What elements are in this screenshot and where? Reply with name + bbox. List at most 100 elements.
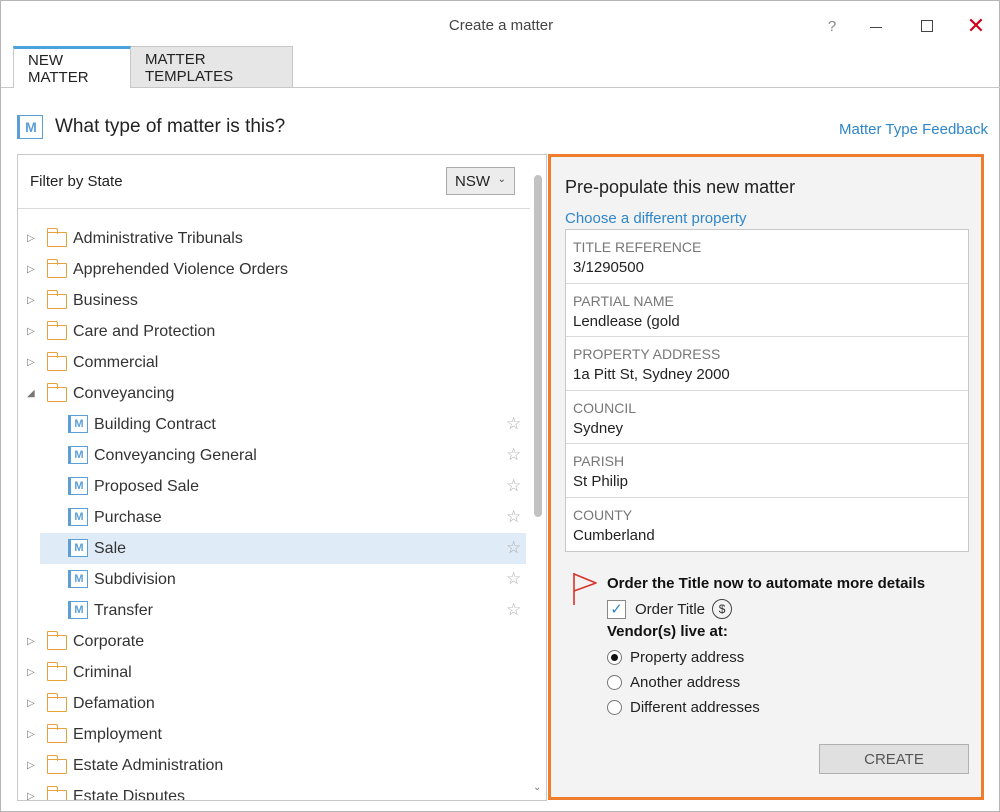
collapsed-arrow-icon[interactable]: ▷	[27, 791, 37, 800]
tree-folder[interactable]: ▷ Apprehended Violence Orders	[18, 254, 530, 285]
property-field-label: PARISH	[573, 453, 625, 469]
matter-icon: M	[68, 508, 88, 526]
window-title: Create a matter	[448, 17, 554, 34]
tree-matter-type[interactable]: M ☆ Transfer	[18, 595, 530, 626]
collapsed-arrow-icon[interactable]: ▷	[27, 729, 37, 740]
page-heading: M What type of matter is this?	[17, 115, 285, 139]
collapsed-arrow-icon[interactable]: ▷	[27, 233, 37, 244]
minimize-icon	[870, 26, 882, 28]
radio-button[interactable]	[607, 700, 622, 715]
property-field-value: Lendlease (gold	[573, 312, 680, 330]
scrollbar-thumb[interactable]	[534, 175, 542, 517]
folder-icon	[46, 755, 67, 774]
order-title-checkbox[interactable]: ✓	[607, 599, 626, 619]
tree-matter-type[interactable]: M ☆ Conveyancing General	[18, 440, 530, 471]
favorite-star-icon[interactable]: ☆	[506, 538, 521, 558]
tree-item-label: Conveyancing General	[94, 446, 257, 464]
tree-folder[interactable]: ▷ Defamation	[18, 688, 530, 719]
choose-different-property-link[interactable]: Choose a different property	[565, 210, 747, 227]
matter-icon: M	[68, 446, 88, 464]
radio-label: Property address	[630, 649, 745, 666]
tree-item-label: Estate Disputes	[73, 787, 186, 801]
matter-icon: M	[68, 415, 88, 433]
collapsed-arrow-icon[interactable]: ▷	[27, 357, 37, 368]
maximize-button[interactable]	[912, 13, 942, 39]
tree-scrollbar[interactable]: ⌄	[530, 155, 546, 800]
radio-button[interactable]	[607, 650, 622, 665]
tab-matter-templates[interactable]: MATTER TEMPLATES	[131, 46, 293, 88]
tree-item-label: Proposed Sale	[94, 477, 199, 495]
matter-icon: M	[17, 115, 43, 139]
property-field: COUNCIL Sydney	[566, 391, 968, 444]
radio-label: Another address	[630, 674, 741, 691]
tree-item-label: Defamation	[73, 694, 155, 712]
order-title-option[interactable]: ✓ Order Title $	[607, 599, 733, 619]
matter-type-feedback-link[interactable]: Matter Type Feedback	[839, 121, 988, 138]
matter-type-tree: ▷ Administrative Tribunals ▷ Apprehended Vi…	[18, 223, 530, 801]
matter-icon: M	[68, 539, 88, 557]
tree-folder[interactable]: ◢ Conveyancing	[18, 378, 530, 409]
tree-folder[interactable]: ▷ Corporate	[18, 626, 530, 657]
property-field-value: Sydney	[573, 419, 624, 437]
tree-folder[interactable]: ▷ Administrative Tribunals	[18, 223, 530, 254]
flag-icon	[573, 573, 597, 605]
tree-matter-type[interactable]: M ☆ Proposed Sale	[18, 471, 530, 502]
property-field-value: St Philip	[573, 473, 629, 490]
favorite-star-icon[interactable]: ☆	[506, 600, 521, 620]
folder-icon	[46, 290, 67, 309]
tree-item-label: Purchase	[94, 508, 162, 526]
favorite-star-icon[interactable]: ☆	[506, 569, 521, 589]
create-button[interactable]: CREATE	[819, 744, 969, 774]
folder-icon	[46, 352, 67, 371]
help-button[interactable]: ?	[817, 13, 847, 39]
collapsed-arrow-icon[interactable]: ▷	[27, 667, 37, 678]
vendor-option-property-address[interactable]: Property address	[607, 649, 744, 666]
minimize-button[interactable]	[861, 13, 891, 39]
tree-folder[interactable]: ▷ Estate Administration	[18, 750, 530, 781]
title-bar: Create a matter ? ✕	[1, 1, 1000, 49]
tree-matter-type[interactable]: M ☆ Building Contract	[18, 409, 530, 440]
property-field-value: 3/1290500	[573, 259, 644, 276]
property-field: COUNTY Cumberland	[566, 498, 968, 552]
tree-matter-type[interactable]: M ☆ Sale	[40, 533, 526, 564]
tree-matter-type[interactable]: M ☆ Subdivision	[18, 564, 530, 595]
tree-item-label: Estate Administration	[73, 756, 224, 774]
state-dropdown[interactable]: NSW ⌄	[446, 167, 515, 195]
property-field-label: TITLE REFERENCE	[573, 239, 702, 255]
tree-folder[interactable]: ▷ Criminal	[18, 657, 530, 688]
favorite-star-icon[interactable]: ☆	[506, 507, 521, 527]
tab-new-matter[interactable]: NEW MATTER	[13, 46, 131, 88]
favorite-star-icon[interactable]: ☆	[506, 414, 521, 434]
tree-matter-type[interactable]: M ☆ Purchase	[18, 502, 530, 533]
prepopulate-title: Pre-populate this new matter	[565, 177, 796, 197]
close-button[interactable]: ✕	[961, 13, 991, 39]
property-field: PROPERTY ADDRESS 1a Pitt St, Sydney 2000	[566, 337, 968, 391]
collapsed-arrow-icon[interactable]: ▷	[27, 760, 37, 771]
radio-button[interactable]	[607, 675, 622, 690]
scroll-down-arrow-icon[interactable]: ⌄	[533, 782, 541, 793]
vendor-option-another-address[interactable]: Another address	[607, 674, 740, 691]
page-title: What type of matter is this?	[55, 116, 286, 137]
expanded-arrow-icon[interactable]: ◢	[27, 388, 37, 399]
tree-folder[interactable]: ▷ Employment	[18, 719, 530, 750]
collapsed-arrow-icon[interactable]: ▷	[27, 636, 37, 647]
collapsed-arrow-icon[interactable]: ▷	[27, 264, 37, 275]
tree-item-label: Subdivision	[94, 570, 176, 588]
vendor-option-different-addresses[interactable]: Different addresses	[607, 699, 760, 716]
tree-folder[interactable]: ▷ Commercial	[18, 347, 530, 378]
tree-folder[interactable]: ▷ Estate Disputes	[18, 781, 530, 801]
folder-icon	[46, 693, 67, 712]
favorite-star-icon[interactable]: ☆	[506, 445, 521, 465]
tree-folder[interactable]: ▷ Care and Protection	[18, 316, 530, 347]
tree-folder[interactable]: ▷ Business	[18, 285, 530, 316]
collapsed-arrow-icon[interactable]: ▷	[27, 698, 37, 709]
favorite-star-icon[interactable]: ☆	[506, 476, 521, 496]
folder-icon	[46, 662, 67, 681]
collapsed-arrow-icon[interactable]: ▷	[27, 295, 37, 306]
order-title-section: Order the Title now to automate more det…	[565, 571, 969, 721]
folder-icon	[46, 631, 67, 650]
folder-icon	[46, 259, 67, 278]
collapsed-arrow-icon[interactable]: ▷	[27, 326, 37, 337]
vendor-label: Vendor(s) live at:	[607, 623, 728, 640]
folder-icon	[46, 786, 67, 800]
